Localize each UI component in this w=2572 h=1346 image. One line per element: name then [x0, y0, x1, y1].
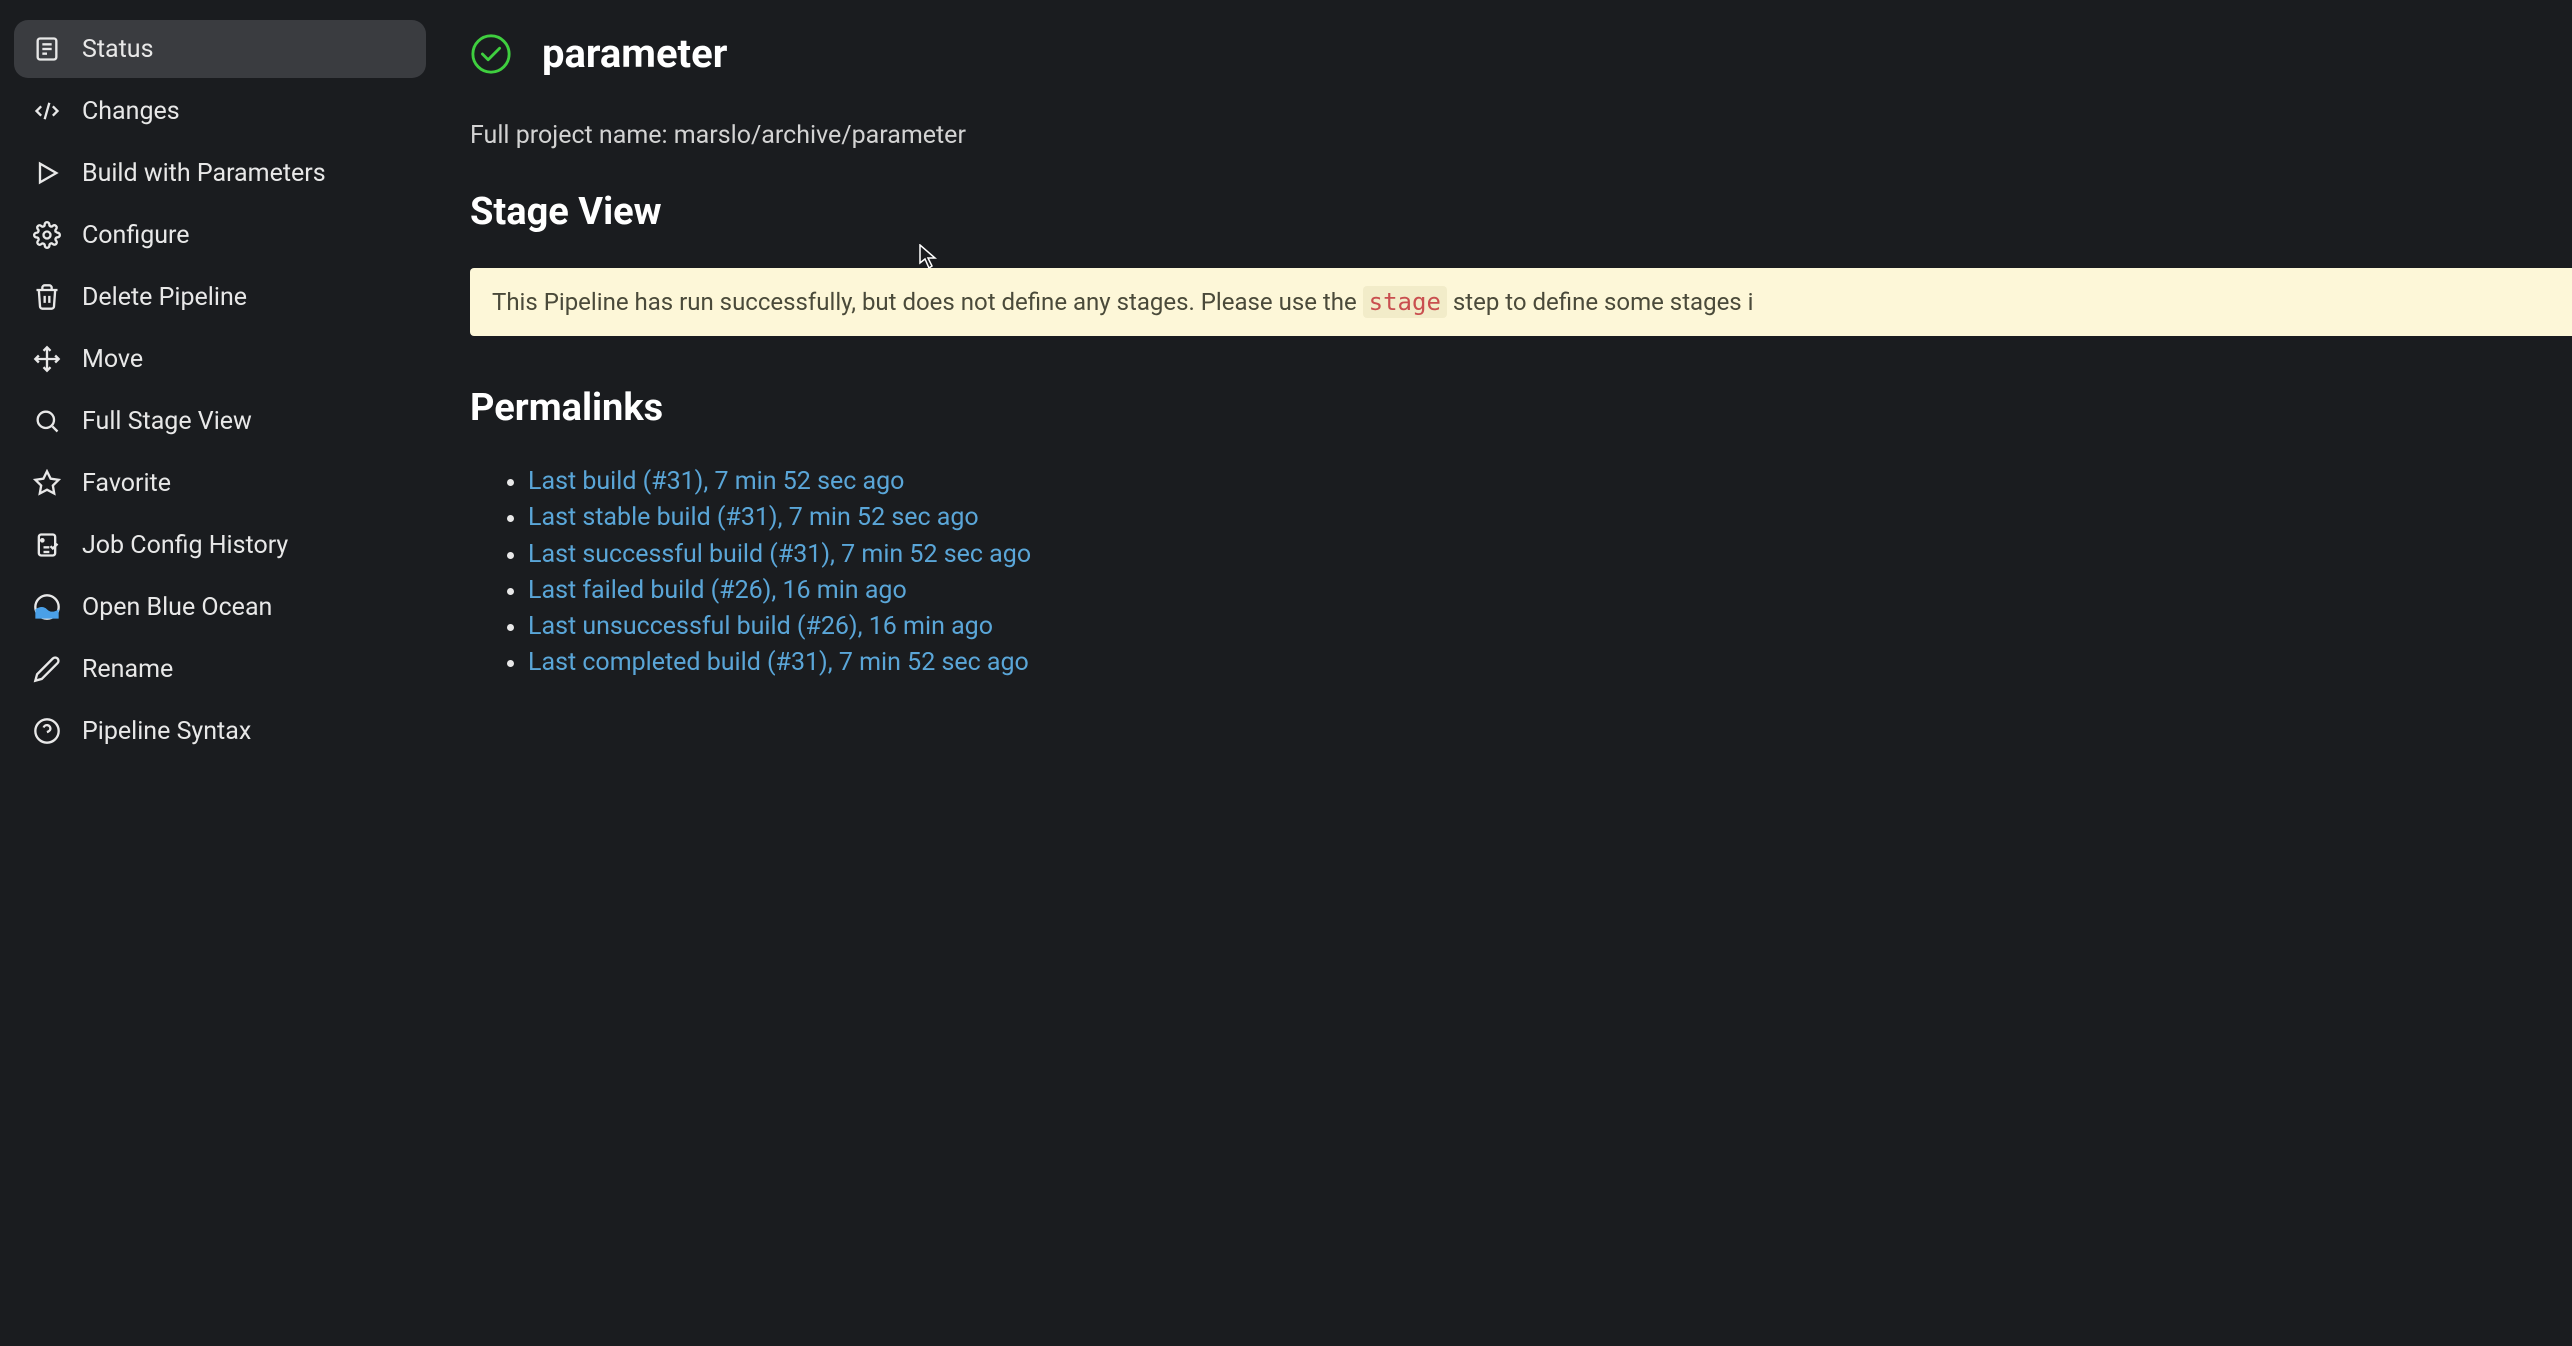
permalink-last-failed[interactable]: Last failed build (#26), 16 min ago	[528, 576, 907, 605]
sidebar-item-favorite[interactable]: Favorite	[14, 454, 426, 512]
stage-info-notice: This Pipeline has run successfully, but …	[470, 268, 2572, 336]
main-content: parameter Full project name: marslo/arch…	[440, 0, 2572, 1346]
sidebar-item-jobconfig[interactable]: Job Config History	[14, 516, 426, 574]
star-icon	[32, 468, 62, 498]
info-text-post: step to define some stages i	[1453, 288, 1754, 316]
permalink-last-stable[interactable]: Last stable build (#31), 7 min 52 sec ag…	[528, 503, 979, 532]
edit-icon	[32, 654, 62, 684]
list-item: Last successful build (#31), 7 min 52 se…	[528, 537, 2572, 573]
page-header: parameter	[470, 30, 2572, 77]
sidebar-item-label: Favorite	[82, 469, 171, 498]
sidebar-item-label: Changes	[82, 97, 180, 126]
sidebar-item-syntax[interactable]: Pipeline Syntax	[14, 702, 426, 760]
sidebar-item-fullstage[interactable]: Full Stage View	[14, 392, 426, 450]
list-item: Last stable build (#31), 7 min 52 sec ag…	[528, 500, 2572, 536]
sidebar-item-label: Job Config History	[82, 531, 288, 560]
sidebar-item-delete[interactable]: Delete Pipeline	[14, 268, 426, 326]
permalink-last-completed[interactable]: Last completed build (#31), 7 min 52 sec…	[528, 648, 1029, 677]
sidebar-item-label: Full Stage View	[82, 407, 252, 436]
permalink-last-successful[interactable]: Last successful build (#31), 7 min 52 se…	[528, 540, 1031, 569]
play-icon	[32, 158, 62, 188]
document-icon	[32, 34, 62, 64]
permalink-last-unsuccessful[interactable]: Last unsuccessful build (#26), 16 min ag…	[528, 612, 993, 641]
help-icon	[32, 716, 62, 746]
code-icon	[32, 96, 62, 126]
sidebar-item-label: Delete Pipeline	[82, 283, 247, 312]
info-text-pre: This Pipeline has run successfully, but …	[492, 288, 1363, 316]
sidebar-item-label: Status	[82, 35, 153, 64]
success-status-icon	[470, 33, 512, 75]
sidebar-item-label: Move	[82, 345, 143, 374]
sidebar-item-configure[interactable]: Configure	[14, 206, 426, 264]
permalinks-heading: Permalinks	[470, 386, 2572, 430]
sidebar-item-label: Build with Parameters	[82, 159, 326, 188]
sidebar-item-move[interactable]: Move	[14, 330, 426, 388]
list-item: Last build (#31), 7 min 52 sec ago	[528, 464, 2572, 500]
sidebar-item-label: Pipeline Syntax	[82, 717, 251, 746]
list-item: Last failed build (#26), 16 min ago	[528, 573, 2572, 609]
list-item: Last unsuccessful build (#26), 16 min ag…	[528, 609, 2572, 645]
page-title: parameter	[542, 30, 727, 77]
sidebar-item-status[interactable]: Status	[14, 20, 426, 78]
permalinks-section: Permalinks Last build (#31), 7 min 52 se…	[470, 386, 2572, 682]
search-icon	[32, 406, 62, 436]
blueocean-icon	[32, 592, 62, 622]
sidebar-item-label: Open Blue Ocean	[82, 593, 272, 622]
move-icon	[32, 344, 62, 374]
sidebar-item-label: Rename	[82, 655, 173, 684]
full-project-name: Full project name: marslo/archive/parame…	[470, 121, 2572, 150]
list-item: Last completed build (#31), 7 min 52 sec…	[528, 645, 2572, 681]
gear-icon	[32, 220, 62, 250]
permalink-last-build[interactable]: Last build (#31), 7 min 52 sec ago	[528, 467, 904, 496]
info-code: stage	[1363, 286, 1447, 318]
trash-icon	[32, 282, 62, 312]
sidebar-item-blueocean[interactable]: Open Blue Ocean	[14, 578, 426, 636]
sidebar-item-build[interactable]: Build with Parameters	[14, 144, 426, 202]
stage-view-heading: Stage View	[470, 190, 2572, 234]
sidebar-item-rename[interactable]: Rename	[14, 640, 426, 698]
sidebar-item-label: Configure	[82, 221, 190, 250]
history-icon	[32, 530, 62, 560]
sidebar: Status Changes Build with Parameters Con…	[0, 0, 440, 1346]
sidebar-item-changes[interactable]: Changes	[14, 82, 426, 140]
